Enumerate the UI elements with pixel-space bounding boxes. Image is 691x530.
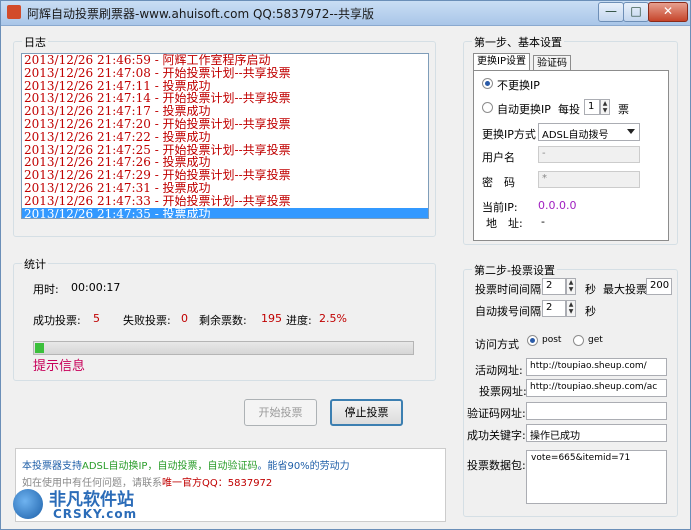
redial-interval-input[interactable]: 2 [542,300,566,317]
log-entry[interactable]: 2013/12/26 21:47:29 - 开始投票计划--共享投票 [22,169,428,182]
log-entry[interactable]: 2013/12/26 21:47:08 - 开始投票计划--共享投票 [22,67,428,80]
start-vote-button[interactable]: 开始投票 [244,399,317,426]
elapsed-label: 用时: [33,283,59,296]
log-entry-selected[interactable]: 2013/12/26 21:47:35 - 投票成功 [22,207,428,218]
password-label: 密 码 [482,176,515,189]
tab-ip-settings[interactable]: 更换IP设置 [473,53,530,71]
radio-auto-change-ip[interactable] [482,102,493,113]
title-bar[interactable]: 阿辉自动投票刷票器-www.ahuisoft.com QQ:5837972--共… [1,1,690,26]
info-line2-b: 唯一官方QQ：5837972 [162,478,273,489]
every-input[interactable]: 1 [584,99,600,115]
progress-value: 2.5% [319,312,347,325]
vote-url-label: 投票网址: [479,385,527,398]
ip-method-value: ADSL自动拨号 [542,130,609,141]
vote-url-input[interactable]: http://toupiao.sheup.com/ac [526,379,667,397]
interval-label: 投票时间间隔 [475,283,541,296]
radio-auto-change-ip-label: 自动更换IP [497,103,551,116]
log-list[interactable]: 2013/12/26 21:46:59 - 阿辉工作室程序启动 2013/12/… [21,53,429,219]
max-votes-input[interactable]: 200 [646,278,672,295]
main-window: 阿辉自动投票刷票器-www.ahuisoft.com QQ:5837972--共… [0,0,691,530]
window-title: 阿辉自动投票刷票器-www.ahuisoft.com QQ:5837972--共… [27,7,374,21]
stop-vote-button[interactable]: 停止投票 [330,399,403,426]
current-ip-value: 0.0.0.0 [538,199,577,212]
log-entry[interactable]: 2013/12/26 21:46:59 - 阿辉工作室程序启动 [22,54,428,67]
watermark: 非凡软件站 CRSKY.com [13,485,173,527]
access-method-label: 访问方式 [475,338,519,351]
log-group-label: 日志 [22,34,48,50]
fail-label: 失败投票: [123,314,171,327]
radio-no-change-ip[interactable] [482,78,493,89]
progress-label: 进度: [286,314,312,327]
log-entry[interactable]: 2013/12/26 21:47:17 - 投票成功 [22,105,428,118]
success-value: 5 [93,312,100,325]
step1-group-label: 第一步、基本设置 [472,34,564,50]
tab-captcha[interactable]: 验证码 [533,55,571,71]
ip-method-select[interactable]: ADSL自动拨号 [538,123,640,141]
address-value: - [541,215,545,228]
log-entry[interactable]: 2013/12/26 21:47:11 - 投票成功 [22,80,428,93]
success-label: 成功投票: [33,314,81,327]
watermark-en: CRSKY.com [53,507,138,521]
log-entry[interactable]: 2013/12/26 21:47:33 - 开始投票计划--共享投票 [22,195,428,208]
radio-post[interactable] [527,335,538,346]
interval-input[interactable]: 2 [542,278,566,295]
info-line1-c: 。能省90%的劳动力 [257,461,350,472]
radio-post-label: post [542,335,562,345]
minimize-button[interactable]: — [598,2,624,22]
interval-unit: 秒 [585,283,596,296]
close-button[interactable]: ✕ [648,2,688,22]
vote-packet-label: 投票数据包: [467,459,526,472]
password-field[interactable]: * [538,171,640,188]
activity-url-label: 活动网址: [475,364,523,377]
log-entry[interactable]: 2013/12/26 21:47:26 - 投票成功 [22,156,428,169]
info-line1-a: 本投票器支持 [22,461,82,472]
radio-get[interactable] [573,335,584,346]
activity-url-input[interactable]: http://toupiao.sheup.com/ [526,358,667,376]
vote-packet-textarea[interactable]: vote=665&itemid=71 [526,450,667,504]
username-label: 用户名 [482,151,515,164]
maximize-button[interactable]: □ [623,2,649,22]
log-entry[interactable]: 2013/12/26 21:47:20 - 开始投票计划--共享投票 [22,118,428,131]
log-entry[interactable]: 2013/12/26 21:47:31 - 投票成功 [22,182,428,195]
log-entry[interactable]: 2013/12/26 21:47:25 - 开始投票计划--共享投票 [22,144,428,157]
stats-group-label: 统计 [22,256,48,272]
elapsed-value: 00:00:17 [71,281,121,294]
progress-fill [35,343,44,353]
success-keyword-label: 成功关键字: [467,429,526,442]
radio-get-label: get [588,335,603,345]
interval-spinner[interactable]: ▲ ▼ [566,278,576,295]
every-spinner[interactable]: ▲ ▼ [600,99,610,115]
every-label: 每投 [558,103,580,116]
address-label: 地 址: [486,217,523,230]
captcha-url-input[interactable] [526,402,667,420]
redial-interval-unit: 秒 [585,305,596,318]
info-line1-b: ADSL自动换IP，自动投票，自动验证码 [82,461,258,472]
remaining-label: 剩余票数: [199,314,247,327]
success-keyword-input[interactable]: 操作已成功 [526,424,667,442]
chevron-down-icon [627,129,635,134]
watermark-logo-icon [13,489,43,519]
fail-value: 0 [181,312,188,325]
progress-bar [33,341,414,355]
ip-method-label: 更换IP方式 [482,128,536,141]
current-ip-label: 当前IP: [482,201,518,214]
captcha-url-label: 验证码网址: [467,407,526,420]
redial-interval-label: 自动拨号间隔 [475,305,541,318]
step2-group-label: 第二步-投票设置 [472,262,557,278]
app-icon [7,5,21,19]
remaining-value: 195 [261,312,282,325]
username-field[interactable]: - [538,146,640,163]
radio-no-change-ip-label: 不更换IP [497,79,540,92]
max-votes-label: 最大投票 [603,283,647,296]
hint-text: 提示信息 [33,359,86,374]
every-unit: 票 [618,103,629,116]
log-entry[interactable]: 2013/12/26 21:47:14 - 开始投票计划--共享投票 [22,92,428,105]
redial-interval-spinner[interactable]: ▲ ▼ [566,300,576,317]
log-entry[interactable]: 2013/12/26 21:47:22 - 投票成功 [22,131,428,144]
